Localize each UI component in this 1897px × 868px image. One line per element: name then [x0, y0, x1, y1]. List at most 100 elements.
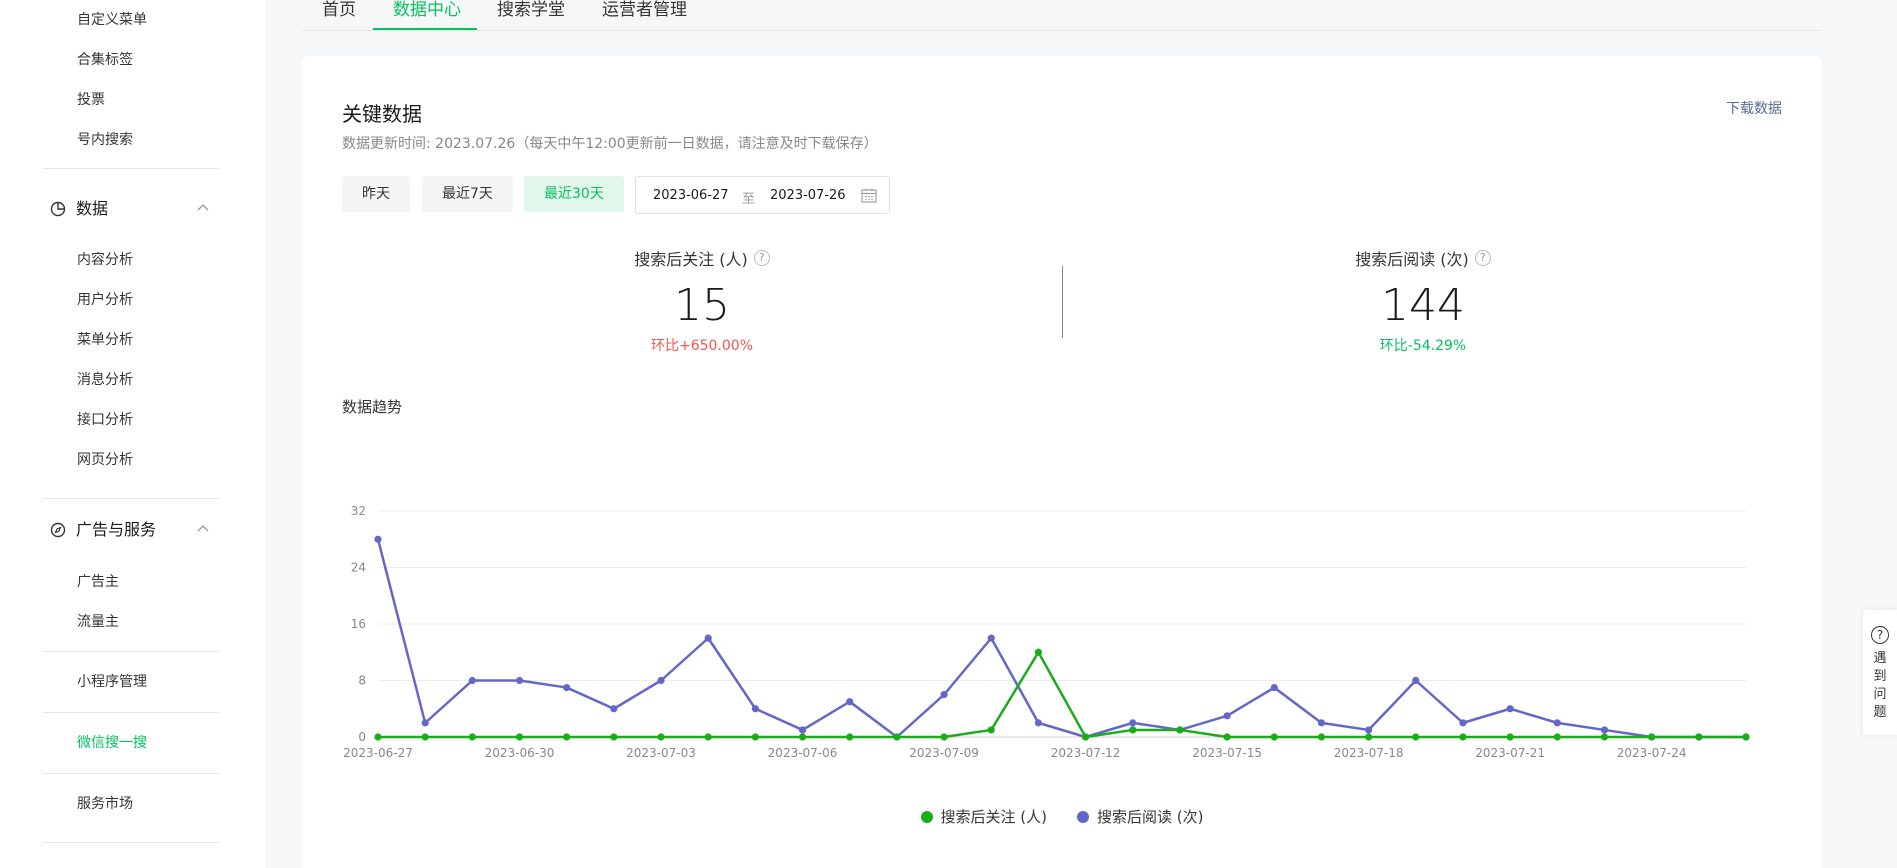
sidebar-item-webpage-analysis[interactable]: 网页分析: [77, 450, 133, 470]
data-point-read: [515, 676, 524, 685]
sidebar-item-wechat-search[interactable]: 微信搜一搜: [77, 733, 147, 753]
data-point-follow: [893, 733, 901, 741]
x-tick-label: 2023-07-15: [1192, 746, 1262, 760]
data-point-read: [374, 535, 382, 543]
sidebar-item-content-analysis[interactable]: 内容分析: [77, 250, 133, 270]
data-point-follow: [798, 733, 807, 741]
sidebar-divider: [42, 842, 219, 843]
x-tick-label: 2023-06-30: [485, 746, 555, 760]
sidebar-item-publisher[interactable]: 流量主: [77, 612, 119, 632]
legend-dot: [920, 810, 933, 823]
data-point-follow: [657, 733, 665, 741]
x-tick-label: 2023-07-09: [909, 746, 979, 760]
y-tick-label: 24: [351, 561, 366, 575]
data-point-follow: [374, 733, 382, 741]
x-tick-label: 2023-07-24: [1617, 746, 1687, 760]
data-point-follow: [987, 726, 995, 734]
sidebar-item-custom-menu[interactable]: 自定义菜单: [77, 10, 147, 30]
data-point-read: [421, 719, 429, 727]
tab-operator-management[interactable]: 运营者管理: [602, 0, 687, 20]
data-point-follow: [1176, 726, 1184, 734]
data-point-follow: [1081, 733, 1090, 741]
y-tick-label: 16: [351, 617, 366, 631]
y-tick-label: 0: [358, 730, 366, 744]
data-point-read: [940, 691, 948, 699]
chart-legend: 搜索后关注 (人) 搜索后阅读 (次): [302, 806, 1822, 827]
data-point-read: [1365, 726, 1373, 734]
data-point-follow: [1223, 733, 1231, 741]
help-text: 遇到问题: [1873, 651, 1887, 720]
legend-label: 搜索后阅读 (次): [1097, 808, 1204, 826]
data-point-follow: [515, 733, 524, 741]
sidebar-divider: [42, 773, 219, 774]
data-point-read: [987, 634, 995, 642]
tab-data-center[interactable]: 数据中心: [393, 0, 461, 20]
data-point-follow: [1317, 733, 1326, 741]
data-point-follow: [1034, 648, 1043, 656]
data-point-read: [846, 698, 854, 706]
data-point-follow: [1648, 733, 1656, 741]
data-point-follow: [1600, 733, 1609, 741]
chevron-up-icon: [197, 525, 209, 532]
tab-search-academy[interactable]: 搜索学堂: [497, 0, 565, 20]
active-tab-underline: [373, 28, 477, 30]
tab-home[interactable]: 首页: [322, 0, 356, 20]
sidebar-item-mini-program[interactable]: 小程序管理: [77, 672, 147, 692]
sidebar-item-vote[interactable]: 投票: [77, 90, 105, 110]
help-float-button[interactable]: ? 遇到问题: [1863, 610, 1897, 735]
question-icon: ?: [1871, 626, 1889, 644]
data-point-read: [1506, 705, 1514, 713]
data-point-read: [610, 705, 618, 713]
data-point-follow: [1742, 733, 1750, 741]
sidebar-item-api-analysis[interactable]: 接口分析: [77, 410, 133, 430]
data-point-read: [1412, 676, 1420, 685]
compass-icon: [50, 522, 66, 538]
sidebar-item-in-account-search[interactable]: 号内搜索: [77, 130, 133, 150]
data-point-read: [1317, 719, 1326, 727]
data-point-follow: [751, 733, 759, 741]
data-point-follow: [1365, 733, 1373, 741]
data-point-read: [704, 634, 712, 642]
data-point-follow: [1412, 733, 1420, 741]
data-point-read: [798, 726, 807, 734]
data-point-read: [657, 676, 665, 685]
data-point-read: [1223, 712, 1231, 720]
sidebar: 自定义菜单 合集标签 投票 号内搜索 数据 内容分析 用户分析 菜单分析 消息分…: [0, 0, 265, 868]
sidebar-group-data[interactable]: 数据: [50, 198, 210, 220]
sidebar-item-user-analysis[interactable]: 用户分析: [77, 290, 133, 310]
y-tick-label: 8: [358, 674, 366, 688]
y-tick-label: 32: [351, 504, 366, 518]
x-tick-label: 2023-07-06: [768, 746, 838, 760]
x-tick-label: 2023-07-18: [1334, 746, 1404, 760]
data-point-read: [751, 705, 759, 713]
data-point-follow: [563, 733, 571, 741]
data-point-follow: [610, 733, 618, 741]
sidebar-item-advertiser[interactable]: 广告主: [77, 572, 119, 592]
sidebar-item-message-analysis[interactable]: 消息分析: [77, 370, 133, 390]
data-point-follow: [1270, 733, 1278, 741]
legend-item-follow[interactable]: 搜索后关注 (人): [920, 806, 1047, 827]
legend-item-read[interactable]: 搜索后阅读 (次): [1077, 806, 1203, 827]
sidebar-divider: [42, 168, 219, 169]
x-tick-label: 2023-07-21: [1475, 746, 1545, 760]
sidebar-item-service-market[interactable]: 服务市场: [77, 794, 133, 814]
sidebar-divider: [42, 498, 219, 499]
chevron-up-icon: [197, 204, 209, 211]
data-point-read: [563, 683, 571, 692]
data-point-follow: [940, 733, 948, 741]
data-point-follow: [468, 733, 476, 741]
sidebar-divider: [42, 712, 219, 713]
pie-chart-icon: [50, 201, 66, 217]
data-point-follow: [1506, 733, 1514, 741]
data-point-read: [1270, 683, 1278, 692]
sidebar-item-collection-tags[interactable]: 合集标签: [77, 50, 133, 70]
data-point-read: [1034, 719, 1043, 727]
legend-dot: [1077, 810, 1089, 823]
series-line-read: [376, 538, 1746, 739]
sidebar-item-menu-analysis[interactable]: 菜单分析: [77, 330, 133, 350]
sidebar-group-ads[interactable]: 广告与服务: [50, 519, 210, 541]
x-tick-label: 2023-07-12: [1051, 746, 1121, 760]
sidebar-divider: [42, 651, 219, 652]
data-point-read: [1553, 719, 1561, 727]
trend-line-chart: 0 8 16 24 32 2023-06-27 2023-06-30 2023-07-03 20…: [343, 504, 1750, 760]
